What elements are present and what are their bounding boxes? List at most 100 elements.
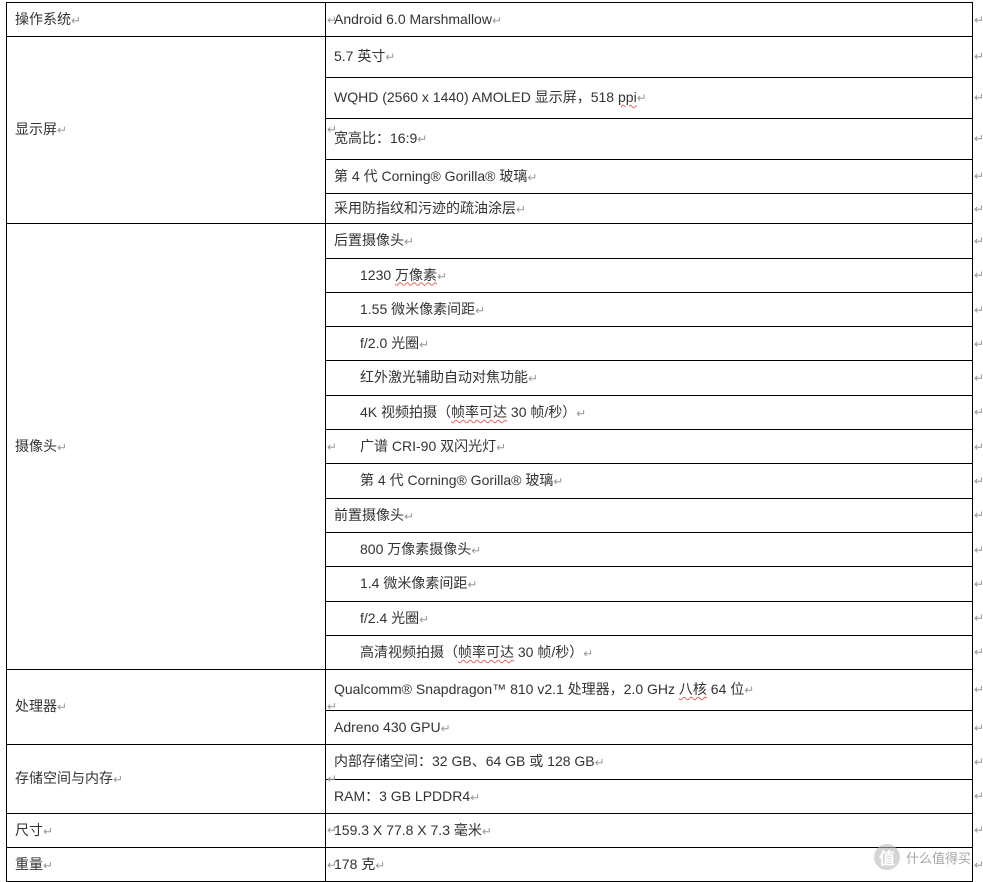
- paragraph-mark: ↵: [595, 756, 605, 770]
- spec-value-cell: 后置摄像头↵↵: [326, 224, 973, 258]
- spec-value-cell: 4K 视频拍摄（帧率可达 30 帧/秒）↵↵: [326, 395, 973, 429]
- spec-value: 后置摄像头: [334, 224, 404, 256]
- paragraph-mark: ↵: [492, 13, 502, 27]
- spec-value: 前置摄像头: [334, 499, 404, 531]
- watermark: 值 什么值得买: [874, 844, 971, 870]
- table-row: 操作系统↵↵Android 6.0 Marshmallow↵↵: [7, 3, 973, 37]
- spec-label-cell: 重量↵↵: [7, 848, 326, 882]
- spec-value: 内部存储空间：32 GB、64 GB 或 128 GB: [334, 745, 595, 777]
- cell-end-mark: ↵: [974, 328, 983, 360]
- spec-label-cell: 存储空间与内存↵↵: [7, 745, 326, 814]
- paragraph-mark: ↵: [527, 170, 537, 184]
- paragraph-mark: ↵: [516, 202, 526, 216]
- spec-value: 广谱 CRI-90 双闪光灯: [334, 430, 496, 462]
- cell-end-mark: ↵: [974, 499, 983, 531]
- spec-value-cell: 第 4 代 Corning® Gorilla® 玻璃↵↵: [326, 159, 973, 193]
- table-row: 存储空间与内存↵↵内部存储空间：32 GB、64 GB 或 128 GB↵↵: [7, 745, 973, 779]
- cell-end-mark: ↵: [974, 396, 983, 428]
- spec-value: 4K 视频拍摄（帧率可达 30 帧/秒）: [334, 396, 576, 428]
- paragraph-mark: ↵: [385, 50, 395, 64]
- paragraph-mark: ↵: [375, 858, 385, 872]
- paragraph-mark: ↵: [404, 235, 414, 249]
- cell-end-mark: ↵: [974, 294, 983, 326]
- spec-value: 5.7 英寸: [334, 37, 385, 76]
- spec-value: RAM：3 GB LPDDR4: [334, 780, 470, 812]
- cell-end-mark: ↵: [974, 465, 983, 497]
- cell-end-mark: ↵: [974, 712, 983, 744]
- spec-value-cell: f/2.0 光圈↵↵: [326, 327, 973, 361]
- spec-value: Android 6.0 Marshmallow: [334, 3, 492, 35]
- spec-label-cell: 尺寸↵↵: [7, 813, 326, 847]
- spellcheck-squiggle: ppi: [618, 89, 637, 105]
- paragraph-mark: ↵: [553, 475, 563, 489]
- paragraph-mark: ↵: [43, 858, 53, 872]
- paragraph-mark: ↵: [583, 646, 593, 660]
- spec-value-cell: 前置摄像头↵↵: [326, 498, 973, 532]
- spec-value: 红外激光辅助自动对焦功能: [334, 361, 528, 393]
- paragraph-mark: ↵: [528, 372, 538, 386]
- spec-value: 宽高比：16:9: [334, 119, 417, 158]
- spec-value-cell: Qualcomm® Snapdragon™ 810 v2.1 处理器，2.0 G…: [326, 670, 973, 711]
- spec-value: 第 4 代 Corning® Gorilla® 玻璃: [334, 464, 553, 496]
- spellcheck-squiggle: 帧率可达: [458, 644, 514, 660]
- cell-end-mark: ↵: [974, 119, 983, 158]
- spec-value-cell: 800 万像素摄像头↵↵: [326, 532, 973, 566]
- spec-value-cell: Adreno 430 GPU↵↵: [326, 710, 973, 744]
- cell-end-mark: ↵: [974, 636, 983, 668]
- spec-value-cell: 第 4 代 Corning® Gorilla® 玻璃↵↵: [326, 464, 973, 498]
- cell-end-mark: ↵: [974, 78, 983, 117]
- spec-value-cell: 1.4 微米像素间距↵↵: [326, 567, 973, 601]
- paragraph-mark: ↵: [419, 337, 429, 351]
- cell-end-mark: ↵: [974, 38, 983, 77]
- cell-end-mark: ↵: [974, 602, 983, 634]
- spec-label-cell: 显示屏↵↵: [7, 37, 326, 224]
- spec-value: 采用防指纹和污迹的疏油涂层: [334, 194, 516, 222]
- spec-value-cell: RAM：3 GB LPDDR4↵↵: [326, 779, 973, 813]
- spec-value: f/2.4 光圈: [334, 602, 419, 634]
- spec-value-cell: 内部存储空间：32 GB、64 GB 或 128 GB↵↵: [326, 745, 973, 779]
- spec-value-cell: 宽高比：16:9↵↵: [326, 118, 973, 159]
- spec-value: Adreno 430 GPU: [334, 711, 441, 743]
- paragraph-mark: ↵: [441, 721, 451, 735]
- paragraph-mark: ↵: [404, 509, 414, 523]
- cell-end-mark: ↵: [974, 568, 983, 600]
- specs-table: 操作系统↵↵Android 6.0 Marshmallow↵↵显示屏↵↵5.7 …: [6, 2, 973, 882]
- spec-value: 第 4 代 Corning® Gorilla® 玻璃: [334, 160, 527, 192]
- spec-value-cell: 高清视频拍摄（帧率可达 30 帧/秒）↵↵: [326, 635, 973, 669]
- paragraph-mark: ↵: [71, 13, 81, 27]
- paragraph-mark: ↵: [417, 132, 427, 146]
- spec-value: 800 万像素摄像头: [334, 533, 471, 565]
- spec-value-cell: 1230 万像素↵↵: [326, 258, 973, 292]
- paragraph-mark: ↵: [470, 790, 480, 804]
- cell-end-mark: ↵: [974, 4, 983, 36]
- table-row: 显示屏↵↵5.7 英寸↵↵: [7, 37, 973, 78]
- paragraph-mark: ↵: [482, 824, 492, 838]
- watermark-icon: 值: [874, 844, 900, 870]
- spec-label: 摄像头: [15, 438, 57, 454]
- cell-end-mark: ↵: [974, 195, 983, 223]
- spec-label: 尺寸: [15, 822, 43, 838]
- spec-label: 显示屏: [15, 121, 57, 137]
- spec-value: Qualcomm® Snapdragon™ 810 v2.1 处理器，2.0 G…: [334, 670, 744, 709]
- paragraph-mark: ↵: [467, 578, 477, 592]
- spec-value: 高清视频拍摄（帧率可达 30 帧/秒）: [334, 636, 583, 668]
- spec-value-cell: 采用防指纹和污迹的疏油涂层↵↵: [326, 193, 973, 223]
- cell-end-mark: ↵: [974, 160, 983, 192]
- spec-label: 操作系统: [15, 11, 71, 27]
- spec-value: 159.3 X 77.8 X 7.3 毫米: [334, 814, 482, 846]
- paragraph-mark: ↵: [576, 406, 586, 420]
- table-row: 尺寸↵↵159.3 X 77.8 X 7.3 毫米↵↵: [7, 813, 973, 847]
- spellcheck-squiggle: 八核: [679, 681, 707, 697]
- spec-label-cell: 处理器↵↵: [7, 670, 326, 745]
- cell-end-mark: ↵: [974, 534, 983, 566]
- cell-end-mark: ↵: [974, 225, 983, 257]
- spec-value-cell: f/2.4 光圈↵↵: [326, 601, 973, 635]
- paragraph-mark: ↵: [43, 824, 53, 838]
- cell-end-mark: ↵: [974, 849, 983, 881]
- spec-value: WQHD (2560 x 1440) AMOLED 显示屏，518 ppi: [334, 78, 637, 117]
- spec-value-cell: 广谱 CRI-90 双闪光灯↵↵: [326, 430, 973, 464]
- paragraph-mark: ↵: [57, 440, 67, 454]
- spec-value: 1230 万像素: [334, 259, 437, 291]
- spec-value: 1.55 微米像素间距: [334, 293, 475, 325]
- spellcheck-squiggle: 帧率可达: [451, 404, 507, 420]
